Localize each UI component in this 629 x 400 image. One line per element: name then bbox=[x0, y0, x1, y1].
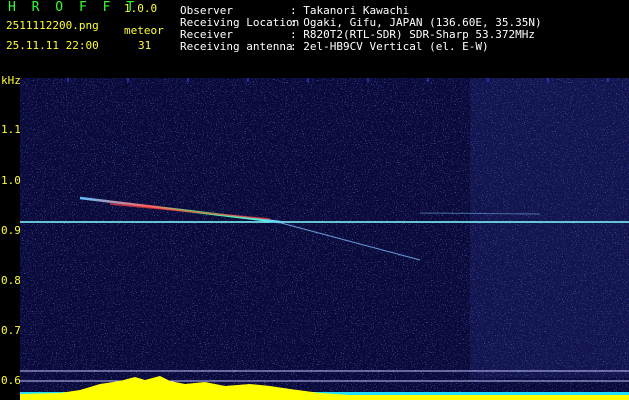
meteor-count: 31 bbox=[138, 39, 152, 52]
app-title: H R O F F T bbox=[8, 0, 139, 15]
counter-label: meteor bbox=[124, 24, 164, 37]
y-tick: 0.6 bbox=[1, 374, 21, 387]
y-tick: 0.9 bbox=[1, 224, 21, 237]
antenna-label: Receiving antenna bbox=[180, 40, 293, 53]
observation-datetime: 25.11.11 22:00 bbox=[6, 39, 99, 52]
y-tick: 0.8 bbox=[1, 274, 21, 287]
file-name: 2511112200.png bbox=[6, 19, 99, 32]
y-axis-unit: kHz bbox=[1, 74, 21, 87]
y-tick: 1.1 bbox=[1, 123, 21, 136]
noise-patch bbox=[470, 78, 629, 378]
y-tick: 0.7 bbox=[1, 324, 21, 337]
antenna-value: : 2el-HB9CV Vertical (el. E-W) bbox=[290, 40, 489, 53]
app-version: 1.0.0 bbox=[124, 2, 158, 15]
y-tick: 1.0 bbox=[1, 174, 21, 187]
waterfall-spectrogram bbox=[20, 78, 629, 400]
